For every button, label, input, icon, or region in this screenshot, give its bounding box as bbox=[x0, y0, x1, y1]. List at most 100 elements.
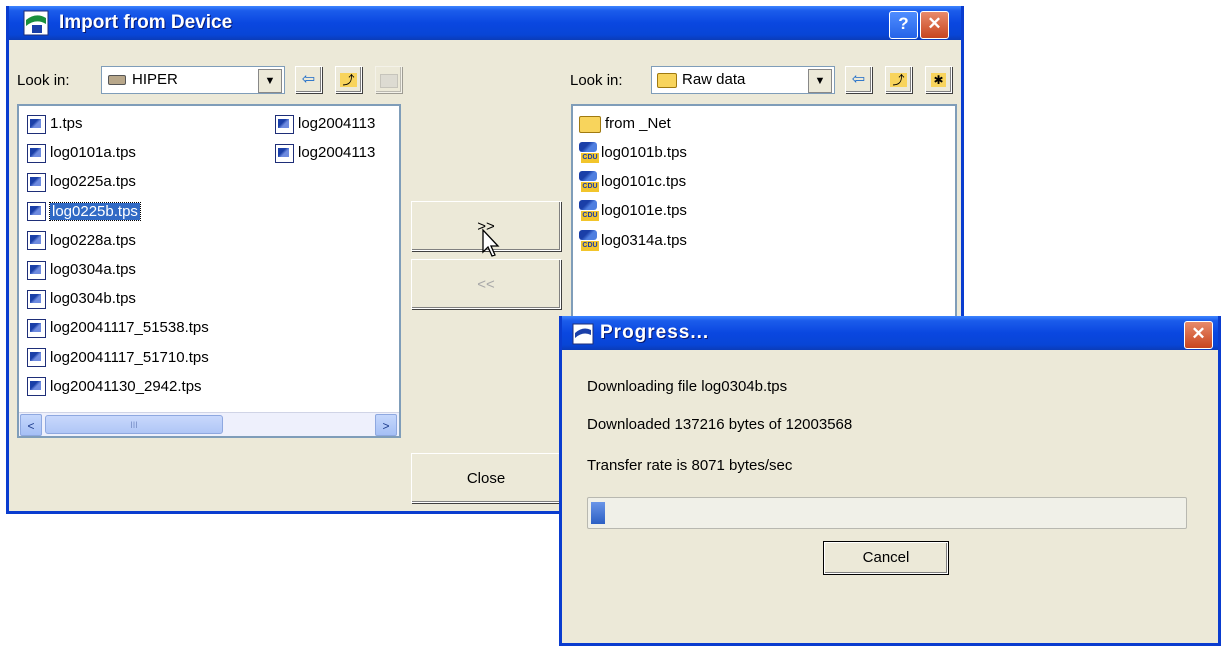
tps-file-icon bbox=[27, 377, 46, 397]
file-name: log0101a.tps bbox=[50, 144, 136, 162]
downloading-file-text: Downloading file log0304b.tps bbox=[587, 378, 788, 395]
close-button[interactable]: Close bbox=[411, 453, 561, 503]
import-titlebar[interactable]: Import from Device ? ✕ bbox=[9, 6, 961, 40]
file-name: from _Net bbox=[605, 115, 671, 132]
cdu-file-icon bbox=[579, 142, 599, 164]
import-title: Import from Device bbox=[59, 12, 233, 33]
folder-icon bbox=[657, 73, 677, 88]
file-name: log0225b.tps bbox=[49, 201, 141, 221]
left-new-folder-button[interactable] bbox=[375, 66, 402, 93]
cdu-file-icon bbox=[579, 229, 599, 252]
file-name: log20041117_51538.tps bbox=[50, 319, 209, 337]
progress-app-icon bbox=[572, 323, 594, 345]
tps-file-icon bbox=[27, 231, 46, 251]
chevron-down-icon[interactable]: ▼ bbox=[258, 69, 282, 93]
left-location-combo[interactable]: HIPER ▼ bbox=[101, 66, 285, 94]
tps-file-icon bbox=[27, 143, 46, 163]
file-name: log0225a.tps bbox=[50, 173, 136, 191]
progress-dialog: Progress... ✕ Downloading file log0304b.… bbox=[559, 316, 1221, 646]
tps-file-icon bbox=[275, 143, 294, 163]
file-item[interactable]: log0228a.tps bbox=[27, 229, 136, 253]
progress-bar bbox=[587, 497, 1187, 529]
tps-file-icon bbox=[27, 260, 46, 280]
new-folder-icon: ✱ bbox=[931, 73, 946, 87]
cancel-button-label: Cancel bbox=[862, 549, 910, 566]
file-item[interactable]: 1.tps bbox=[27, 112, 83, 136]
tps-file-icon bbox=[27, 114, 46, 134]
file-name: log0304b.tps bbox=[50, 290, 136, 308]
new-folder-icon bbox=[379, 74, 398, 88]
file-item[interactable]: log20041117_51710.tps bbox=[27, 346, 209, 370]
cdu-file-icon bbox=[579, 171, 599, 193]
file-item[interactable]: log2004113 bbox=[275, 141, 375, 165]
progress-titlebar[interactable]: Progress... ✕ bbox=[562, 316, 1218, 350]
file-name: log0101c.tps bbox=[601, 173, 687, 191]
file-name: log20041117_51710.tps bbox=[50, 348, 209, 366]
tps-file-icon bbox=[27, 172, 46, 192]
cdu-file-icon bbox=[579, 200, 599, 222]
file-name: log0304a.tps bbox=[50, 261, 136, 278]
close-window-button[interactable]: ✕ bbox=[920, 11, 949, 39]
file-item[interactable]: log0304b.tps bbox=[27, 287, 136, 311]
left-look-in-label: Look in: bbox=[17, 72, 70, 89]
right-location-combo[interactable]: Raw data ▼ bbox=[651, 66, 835, 94]
left-location-value: HIPER bbox=[132, 71, 178, 88]
file-name: log0101b.tps bbox=[601, 144, 687, 161]
downloaded-bytes-text: Downloaded 137216 bytes of 12003568 bbox=[587, 416, 853, 433]
file-item[interactable]: log0225a.tps bbox=[27, 170, 136, 194]
horizontal-scrollbar[interactable]: < III > bbox=[19, 412, 399, 436]
left-up-folder-button[interactable]: ⤴ bbox=[335, 66, 362, 93]
tps-file-icon bbox=[27, 318, 46, 338]
right-back-button[interactable]: ⇦ bbox=[845, 66, 872, 93]
help-button[interactable]: ? bbox=[889, 11, 918, 39]
file-name: log2004113 bbox=[298, 144, 376, 162]
transfer-left-label: << bbox=[477, 276, 495, 293]
progress-title: Progress... bbox=[600, 322, 710, 343]
tps-file-icon bbox=[27, 202, 46, 222]
file-item[interactable]: log2004113 bbox=[275, 112, 375, 136]
close-button-label: Close bbox=[466, 470, 506, 487]
back-arrow-icon: ⇦ bbox=[301, 71, 316, 88]
progress-close-button[interactable]: ✕ bbox=[1184, 321, 1213, 349]
file-item[interactable]: log0101b.tps bbox=[579, 141, 687, 165]
file-item[interactable]: log0101c.tps bbox=[579, 170, 686, 194]
right-location-value: Raw data bbox=[682, 71, 746, 88]
up-folder-icon: ⤴ bbox=[890, 73, 907, 87]
progress-bar-fill bbox=[591, 502, 605, 524]
file-name: log0101e.tps bbox=[601, 202, 687, 220]
mouse-cursor-icon bbox=[481, 228, 501, 263]
folder-icon bbox=[579, 115, 601, 133]
file-name: log20041130_2942.tps bbox=[50, 377, 202, 395]
right-look-in-label: Look in: bbox=[570, 72, 623, 89]
app-icon bbox=[23, 10, 49, 36]
file-item[interactable]: log0101e.tps bbox=[579, 199, 687, 223]
scroll-grip: III bbox=[130, 420, 138, 430]
scroll-thumb[interactable]: III bbox=[45, 415, 223, 434]
tps-file-icon bbox=[27, 348, 46, 368]
scroll-left-button[interactable]: < bbox=[20, 414, 42, 436]
back-arrow-icon: ⇦ bbox=[851, 71, 866, 88]
up-folder-icon: ⤴ bbox=[340, 73, 357, 87]
file-item[interactable]: log20041117_51538.tps bbox=[27, 316, 209, 340]
left-back-button[interactable]: ⇦ bbox=[295, 66, 322, 93]
chevron-down-icon[interactable]: ▼ bbox=[808, 69, 832, 93]
cancel-button[interactable]: Cancel bbox=[823, 541, 949, 575]
scroll-right-button[interactable]: > bbox=[375, 414, 397, 436]
file-item[interactable]: log20041130_2942.tps bbox=[27, 375, 202, 399]
transfer-left-button[interactable]: << bbox=[411, 259, 561, 309]
tps-file-icon bbox=[275, 114, 294, 134]
drive-icon bbox=[108, 75, 126, 85]
file-item[interactable]: log0225b.tps bbox=[27, 200, 141, 224]
file-name: 1.tps bbox=[50, 115, 83, 132]
tps-file-icon bbox=[27, 289, 46, 309]
right-new-folder-button[interactable]: ✱ bbox=[925, 66, 952, 93]
file-name: log0228a.tps bbox=[50, 231, 136, 249]
folder-item[interactable]: from _Net bbox=[579, 112, 671, 136]
left-file-list[interactable]: 1.tps log0101a.tps log0225a.tps log0225b.tp… bbox=[17, 104, 401, 438]
transfer-rate-text: Transfer rate is 8071 bytes/sec bbox=[587, 457, 793, 474]
file-item[interactable]: log0101a.tps bbox=[27, 141, 136, 165]
file-item[interactable]: log0314a.tps bbox=[579, 229, 687, 253]
file-name: log2004113 bbox=[298, 115, 376, 132]
file-item[interactable]: log0304a.tps bbox=[27, 258, 136, 282]
right-up-folder-button[interactable]: ⤴ bbox=[885, 66, 912, 93]
